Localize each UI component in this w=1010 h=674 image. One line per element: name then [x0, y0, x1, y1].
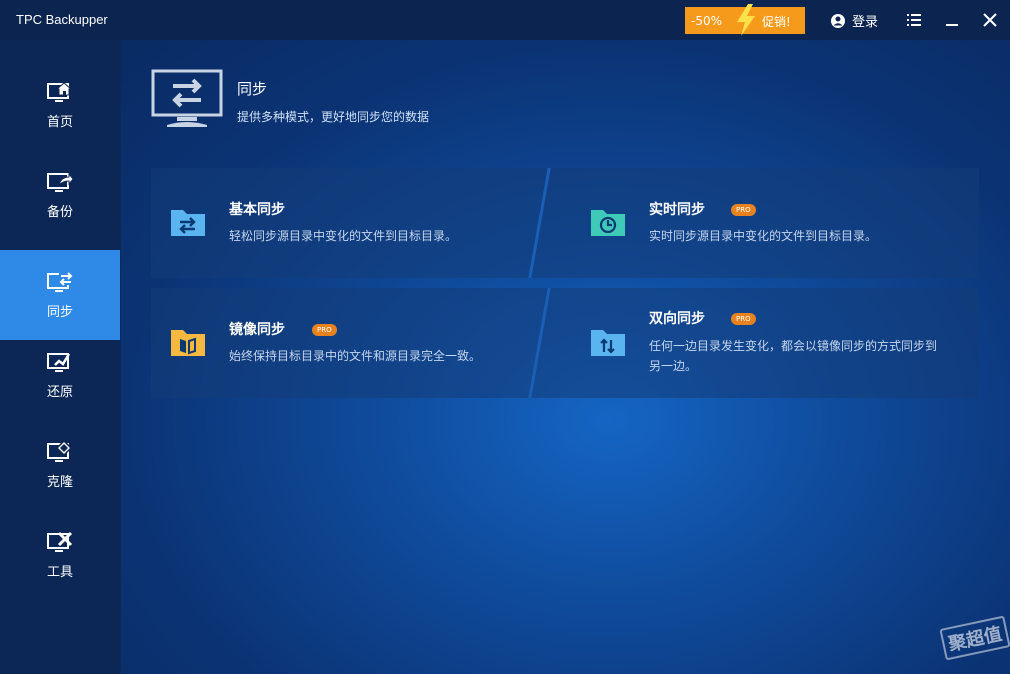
two-way-sync-card[interactable]: 双向同步 PRO 任何一边目录发生变化，都会以镜像同步的方式同步到 另一边。 — [543, 288, 979, 398]
login-label: 登录 — [852, 15, 879, 30]
lightning-icon — [737, 4, 755, 36]
mirror-sync-folder-icon — [171, 330, 205, 356]
title-bar: TPC Backupper -50% 促销! 登录 — [0, 0, 1010, 40]
main-content: 同步 提供多种模式，更好地同步您的数据 基本同步 轻松同步源目录中变化的文件到目… — [121, 40, 1010, 674]
sidebar-item-home[interactable]: 首页 — [0, 60, 120, 150]
card-description-line-2: 另一边。 — [649, 359, 698, 373]
page-subtitle: 提供多种模式，更好地同步您的数据 — [237, 110, 430, 124]
mirror-sync-card[interactable]: 镜像同步 PRO 始终保持目标目录中的文件和源目录完全一致。 — [151, 288, 536, 398]
realtime-sync-card[interactable]: 实时同步 PRO 实时同步源目录中变化的文件到目标目录。 — [543, 168, 979, 278]
sidebar-item-restore[interactable]: 还原 — [0, 330, 120, 420]
backup-icon — [47, 172, 73, 192]
card-description-line-1: 任何一边目录发生变化，都会以镜像同步的方式同步到 — [649, 339, 938, 353]
sync-options-row: 镜像同步 PRO 始终保持目标目录中的文件和源目录完全一致。 双向同步 PRO … — [151, 288, 979, 398]
app-title: TPC Backupper — [16, 12, 108, 27]
menu-button[interactable] — [904, 10, 924, 30]
card-description: 实时同步源目录中变化的文件到目标目录。 — [649, 229, 878, 243]
sidebar-item-label: 同步 — [46, 304, 73, 320]
close-button[interactable] — [980, 10, 1000, 30]
sidebar-item-label: 备份 — [46, 204, 73, 220]
sync-monitor-icon — [151, 69, 223, 127]
sidebar-item-label: 还原 — [46, 384, 73, 400]
card-description: 轻松同步源目录中变化的文件到目标目录。 — [229, 229, 458, 243]
user-icon — [831, 13, 845, 28]
realtime-sync-folder-icon — [591, 210, 625, 236]
tools-icon — [47, 531, 73, 552]
sidebar-item-label: 克隆 — [46, 474, 73, 490]
minimize-icon — [946, 24, 958, 26]
two-way-sync-folder-icon — [591, 330, 625, 356]
sidebar-item-clone[interactable]: 克隆 — [0, 420, 120, 510]
card-title: 双向同步 — [649, 311, 705, 327]
sidebar-item-backup[interactable]: 备份 — [0, 150, 120, 240]
pro-badge: PRO — [731, 313, 756, 325]
promo-label: 促销! — [762, 15, 791, 29]
sync-options-row: 基本同步 轻松同步源目录中变化的文件到目标目录。 实时同步 PRO 实时同步源目… — [151, 168, 979, 278]
list-menu-icon — [907, 14, 921, 26]
card-title: 基本同步 — [229, 202, 285, 218]
sidebar-item-label: 工具 — [46, 564, 73, 580]
basic-sync-folder-icon — [171, 210, 205, 236]
sidebar-item-sync[interactable]: 同步 — [0, 250, 120, 340]
restore-icon — [47, 352, 71, 372]
home-icon — [47, 81, 73, 102]
close-icon — [983, 13, 997, 27]
page-title: 同步 — [237, 80, 268, 98]
card-title: 实时同步 — [649, 202, 705, 218]
promo-discount: -50% — [691, 13, 723, 28]
pro-badge: PRO — [312, 324, 337, 336]
basic-sync-card[interactable]: 基本同步 轻松同步源目录中变化的文件到目标目录。 — [151, 168, 536, 278]
clone-icon — [47, 440, 73, 462]
sidebar-item-label: 首页 — [46, 114, 73, 130]
card-title: 镜像同步 — [229, 322, 285, 338]
card-description: 始终保持目标目录中的文件和源目录完全一致。 — [229, 349, 482, 363]
promo-button[interactable]: -50% 促销! — [685, 4, 805, 36]
pro-badge: PRO — [731, 204, 756, 216]
minimize-button[interactable] — [942, 10, 962, 30]
sync-icon — [47, 270, 73, 292]
sidebar-item-tools[interactable]: 工具 — [0, 510, 120, 600]
login-button[interactable]: 登录 — [830, 11, 878, 30]
sidebar: 首页 备份 同步 还原 克隆 工具 — [0, 40, 120, 674]
